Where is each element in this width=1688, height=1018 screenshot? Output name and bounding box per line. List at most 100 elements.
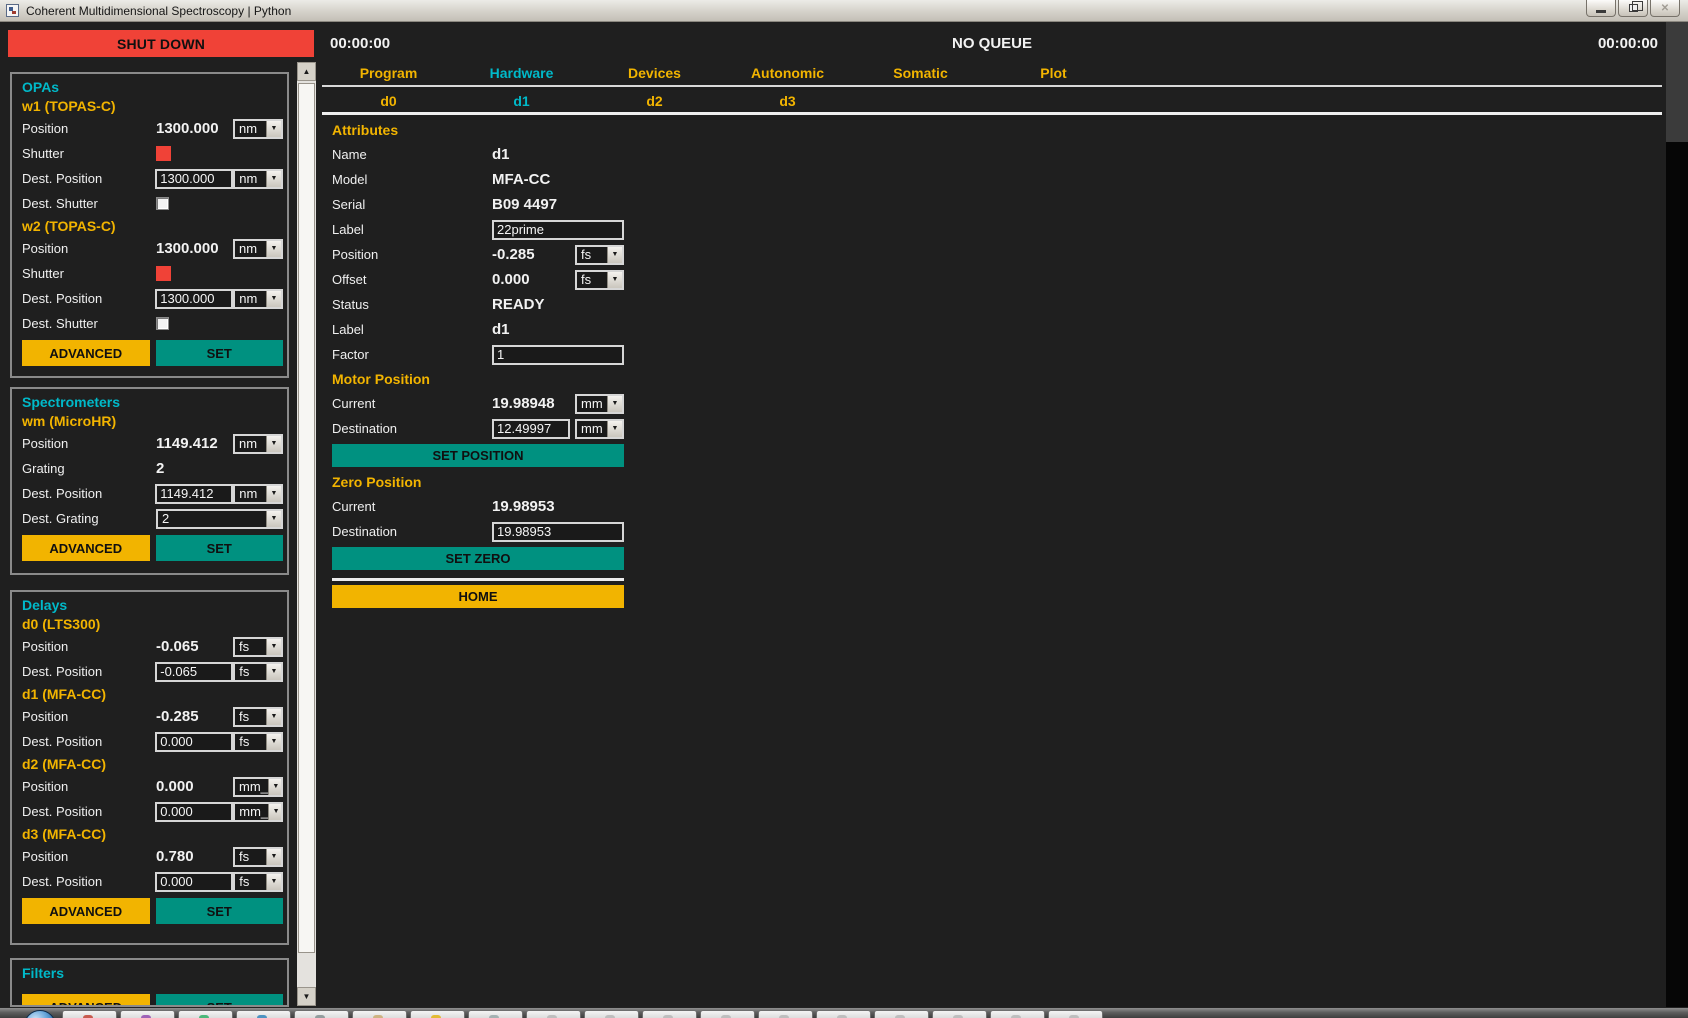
label2-value: d1 <box>492 321 510 338</box>
d0-position-units-select[interactable]: fs ▼ <box>233 637 283 657</box>
position-units-select[interactable]: fs ▼ <box>575 245 624 265</box>
wm-position-value: 1149.412 <box>156 435 218 452</box>
factor-input[interactable] <box>492 345 624 365</box>
wm-position-units-select[interactable]: nm ▼ <box>233 434 283 454</box>
d2-position-units-select[interactable]: mm_ ▼ <box>233 777 283 797</box>
w1-dest-shutter-checkbox[interactable] <box>156 197 169 210</box>
wm-dest-units-select[interactable]: nm ▼ <box>233 484 283 504</box>
position-label: Position <box>22 241 156 256</box>
taskbar-app-button[interactable] <box>642 1010 697 1018</box>
tab-d3[interactable]: d3 <box>721 90 854 112</box>
dest-position-label: Dest. Position <box>22 171 155 186</box>
taskbar-app-button[interactable] <box>236 1010 291 1018</box>
taskbar-app-button[interactable] <box>352 1010 407 1018</box>
w2-dest-shutter-checkbox[interactable] <box>156 317 169 330</box>
d1-dest-units-select[interactable]: fs ▼ <box>233 732 283 752</box>
current-label: Current <box>332 499 492 514</box>
opas-advanced-button[interactable]: ADVANCED <box>22 340 150 366</box>
taskbar-app-button[interactable] <box>120 1010 175 1018</box>
taskbar-app-button[interactable] <box>294 1010 349 1018</box>
taskbar-app-button[interactable] <box>700 1010 755 1018</box>
attributes-title: Attributes <box>332 118 624 142</box>
wm-dest-grating-select[interactable]: 2 ▼ <box>156 509 283 529</box>
w1-position-units-select[interactable]: nm ▼ <box>233 119 283 139</box>
serial-value: B09 4497 <box>492 196 557 213</box>
tab-somatic[interactable]: Somatic <box>854 62 987 84</box>
windows-taskbar <box>0 1007 1688 1018</box>
restore-button[interactable] <box>1618 0 1648 17</box>
delays-set-button[interactable]: SET <box>156 898 284 924</box>
taskbar-app-button[interactable] <box>990 1010 1045 1018</box>
taskbar-app-button[interactable] <box>1048 1010 1103 1018</box>
filters-set-button[interactable]: SET <box>156 994 284 1007</box>
d3-dest-units-select[interactable]: fs ▼ <box>233 872 283 892</box>
grating-value: 2 <box>162 511 169 526</box>
taskbar-app-button[interactable] <box>62 1010 117 1018</box>
dest-shutter-label: Dest. Shutter <box>22 196 156 211</box>
d3-position-units-select[interactable]: fs ▼ <box>233 847 283 867</box>
taskbar-app-button[interactable] <box>468 1010 523 1018</box>
tab-d2[interactable]: d2 <box>588 90 721 112</box>
start-button[interactable] <box>24 1010 56 1018</box>
scroll-up-button[interactable]: ▲ <box>297 62 316 81</box>
set-position-button[interactable]: SET POSITION <box>332 444 624 467</box>
taskbar-app-button[interactable] <box>874 1010 929 1018</box>
d1-position-units-select[interactable]: fs ▼ <box>233 707 283 727</box>
sidebar-scrollbar[interactable]: ▲ ▼ <box>297 62 316 1006</box>
chevron-down-icon: ▼ <box>268 779 283 795</box>
spectrometers-set-button[interactable]: SET <box>156 535 284 561</box>
units-value: nm <box>239 121 257 136</box>
position-label: Position <box>22 436 156 451</box>
d0-dest-position-input[interactable] <box>155 662 233 682</box>
motor-destination-input[interactable] <box>492 419 570 439</box>
taskbar-app-button[interactable] <box>932 1010 987 1018</box>
w2-position-units-select[interactable]: nm ▼ <box>233 239 283 259</box>
tab-hardware[interactable]: Hardware <box>455 62 588 84</box>
motor-destination-units-select[interactable]: mm ▼ <box>575 419 624 439</box>
delays-advanced-button[interactable]: ADVANCED <box>22 898 150 924</box>
w2-dest-units-select[interactable]: nm ▼ <box>233 289 283 309</box>
chevron-down-icon: ▼ <box>607 396 622 412</box>
units-value: mm_ <box>239 804 268 819</box>
close-button[interactable]: ✕ <box>1650 0 1680 17</box>
taskbar-app-button[interactable] <box>410 1010 465 1018</box>
filters-advanced-button[interactable]: ADVANCED <box>22 994 150 1007</box>
d2-dest-position-input[interactable] <box>155 802 233 822</box>
taskbar-app-button[interactable] <box>758 1010 813 1018</box>
w1-dest-units-select[interactable]: nm ▼ <box>233 169 283 189</box>
tab-plot[interactable]: Plot <box>987 62 1120 84</box>
d2-dest-units-select[interactable]: mm_ ▼ <box>233 802 283 822</box>
minimize-button[interactable] <box>1586 0 1616 17</box>
scroll-down-button[interactable]: ▼ <box>297 987 316 1006</box>
zero-destination-input[interactable] <box>492 522 624 542</box>
motor-current-units-select[interactable]: mm ▼ <box>575 394 624 414</box>
taskbar-app-button[interactable] <box>584 1010 639 1018</box>
set-zero-button[interactable]: SET ZERO <box>332 547 624 570</box>
d1-dest-position-input[interactable] <box>155 732 233 752</box>
taskbar-app-button[interactable] <box>526 1010 581 1018</box>
taskbar-app-button[interactable] <box>178 1010 233 1018</box>
tab-d1[interactable]: d1 <box>455 90 588 112</box>
tab-d0[interactable]: d0 <box>322 90 455 112</box>
spectrometers-advanced-button[interactable]: ADVANCED <box>22 535 150 561</box>
w1-dest-position-input[interactable] <box>155 169 233 189</box>
tab-autonomic[interactable]: Autonomic <box>721 62 854 84</box>
tab-program[interactable]: Program <box>322 62 455 84</box>
d0-dest-units-select[interactable]: fs ▼ <box>233 662 283 682</box>
offset-units-select[interactable]: fs ▼ <box>575 270 624 290</box>
tab-devices[interactable]: Devices <box>588 62 721 84</box>
scrollbar-thumb[interactable] <box>298 83 315 953</box>
zero-current-value: 19.98953 <box>492 498 555 515</box>
opas-set-button[interactable]: SET <box>156 340 284 366</box>
taskbar-app-button[interactable] <box>816 1010 871 1018</box>
opas-title: OPAs <box>12 74 287 96</box>
d3-header: d3 (MFA-CC) <box>12 824 287 844</box>
shut-down-button[interactable]: SHUT DOWN <box>8 30 314 57</box>
wm-header: wm (MicroHR) <box>12 411 287 431</box>
wm-dest-position-input[interactable] <box>155 484 233 504</box>
label-input[interactable] <box>492 220 624 240</box>
home-button[interactable]: HOME <box>332 585 624 608</box>
chevron-down-icon: ▼ <box>266 436 281 452</box>
w2-dest-position-input[interactable] <box>155 289 233 309</box>
d3-dest-position-input[interactable] <box>155 872 233 892</box>
